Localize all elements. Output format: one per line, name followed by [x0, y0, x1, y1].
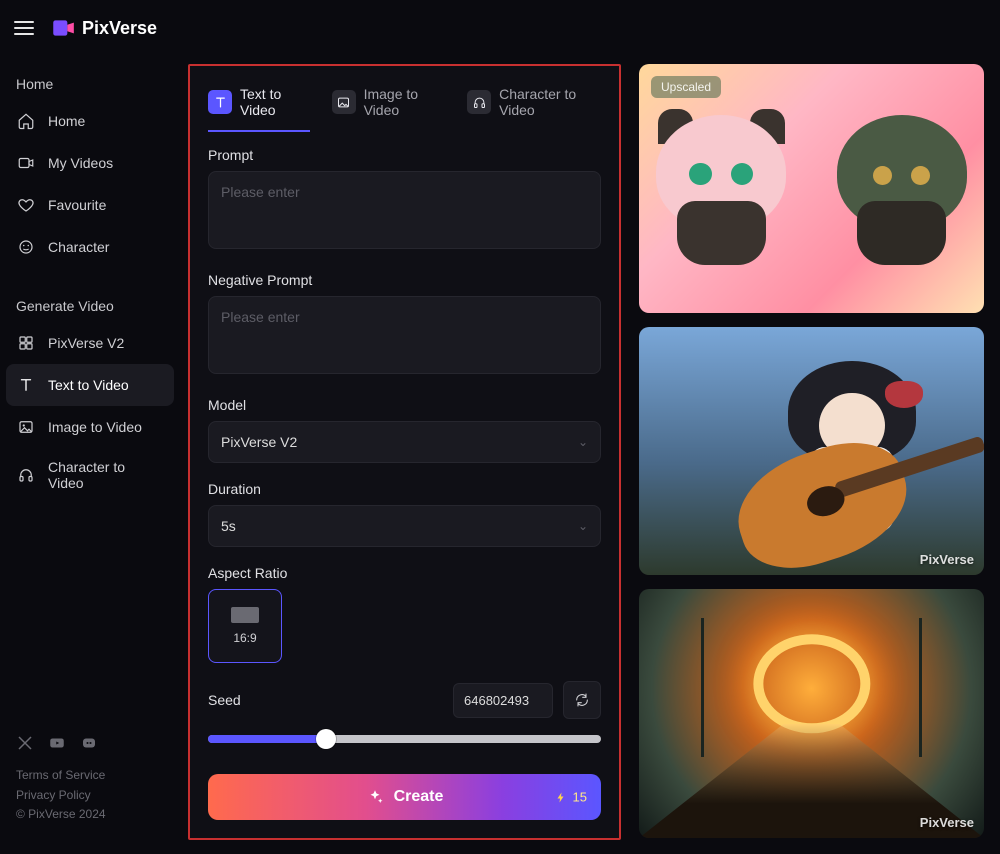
aspect-shape-icon: [231, 607, 259, 623]
card-watermark: PixVerse: [920, 815, 974, 830]
sidebar-section-home-title: Home: [6, 64, 174, 100]
card-art: [639, 64, 984, 313]
sidebar-item-character-to-video[interactable]: Character to Video: [6, 448, 174, 502]
footer-link-terms[interactable]: Terms of Service: [16, 766, 164, 785]
footer-link-privacy[interactable]: Privacy Policy: [16, 786, 164, 805]
sparkle-icon: [366, 788, 384, 806]
text-icon: [208, 90, 232, 114]
tab-image-to-video[interactable]: Image to Video: [332, 78, 446, 132]
sidebar-item-image-to-video[interactable]: Image to Video: [6, 406, 174, 448]
negative-prompt-input[interactable]: [208, 296, 601, 374]
sidebar-footer: Terms of Service Privacy Policy © PixVer…: [6, 726, 174, 842]
sidebar-item-label: Image to Video: [48, 419, 142, 435]
refresh-icon: [574, 692, 590, 708]
sidebar-item-favourite[interactable]: Favourite: [6, 184, 174, 226]
bolt-icon: [555, 791, 567, 803]
text-icon: [16, 375, 36, 395]
seed-label: Seed: [208, 692, 241, 708]
sidebar-item-character[interactable]: Character: [6, 226, 174, 268]
brand-logo[interactable]: PixVerse: [50, 15, 157, 41]
sidebar-item-label: My Videos: [48, 155, 113, 171]
tab-label: Character to Video: [499, 86, 601, 118]
aspect-ratio-label: Aspect Ratio: [208, 565, 601, 581]
slider-thumb[interactable]: [316, 729, 336, 749]
sidebar-item-label: Favourite: [48, 197, 106, 213]
generator-panel-column: Text to Video Image to Video Character t…: [180, 56, 635, 854]
chevron-down-icon: ⌄: [578, 435, 588, 449]
seed-input[interactable]: [453, 683, 553, 718]
headphones-icon: [16, 465, 36, 485]
grid-icon: [16, 333, 36, 353]
youtube-social-icon[interactable]: [48, 734, 66, 752]
duration-label: Duration: [208, 481, 601, 497]
prompt-input[interactable]: [208, 171, 601, 249]
x-social-icon[interactable]: [16, 734, 34, 752]
tab-character-to-video[interactable]: Character to Video: [467, 78, 601, 132]
negative-prompt-label: Negative Prompt: [208, 272, 601, 288]
create-credits: 15: [555, 790, 587, 805]
sidebar-item-label: Character to Video: [48, 459, 164, 491]
sidebar-section-generate-title: Generate Video: [6, 286, 174, 322]
seed-slider[interactable]: [208, 735, 601, 743]
topbar: PixVerse: [0, 0, 1000, 56]
chevron-down-icon: ⌄: [578, 519, 588, 533]
image-icon: [332, 90, 356, 114]
create-button-label: Create: [394, 788, 444, 806]
image-icon: [16, 417, 36, 437]
heart-icon: [16, 195, 36, 215]
smile-icon: [16, 237, 36, 257]
seed-refresh-button[interactable]: [563, 681, 601, 719]
sidebar-item-label: Text to Video: [48, 377, 129, 393]
prompt-label: Prompt: [208, 147, 601, 163]
gallery-card[interactable]: PixVerse: [639, 589, 984, 838]
slider-fill: [208, 735, 326, 743]
card-watermark: PixVerse: [920, 552, 974, 567]
card-art: [639, 327, 984, 576]
menu-toggle-button[interactable]: [12, 16, 36, 40]
discord-social-icon[interactable]: [80, 734, 98, 752]
tab-label: Image to Video: [364, 86, 446, 118]
home-icon: [16, 111, 36, 131]
gallery-card[interactable]: PixVerse: [639, 327, 984, 576]
tab-text-to-video[interactable]: Text to Video: [208, 78, 310, 132]
sidebar-item-pixverse-v2[interactable]: PixVerse V2: [6, 322, 174, 364]
headphones-icon: [467, 90, 491, 114]
mode-tabs: Text to Video Image to Video Character t…: [208, 78, 601, 133]
duration-select-value: 5s: [221, 518, 236, 534]
generator-panel: Text to Video Image to Video Character t…: [188, 64, 621, 840]
gallery-card[interactable]: Upscaled: [639, 64, 984, 313]
create-credits-value: 15: [573, 790, 587, 805]
hamburger-icon: [12, 16, 36, 40]
video-icon: [16, 153, 36, 173]
model-label: Model: [208, 397, 601, 413]
sidebar-item-text-to-video[interactable]: Text to Video: [6, 364, 174, 406]
sidebar-item-label: PixVerse V2: [48, 335, 124, 351]
brand-mark-icon: [50, 15, 76, 41]
model-select[interactable]: PixVerse V2 ⌄: [208, 421, 601, 463]
sidebar: Home Home My Videos Favourite Character: [0, 56, 180, 854]
create-button[interactable]: Create 15: [208, 774, 601, 820]
tab-label: Text to Video: [240, 86, 310, 118]
aspect-option-label: 16:9: [233, 631, 256, 645]
footer-copyright: © PixVerse 2024: [16, 805, 164, 824]
gallery: Upscaled: [635, 56, 1000, 854]
brand-name: PixVerse: [82, 18, 157, 39]
model-select-value: PixVerse V2: [221, 434, 297, 450]
duration-select[interactable]: 5s ⌄: [208, 505, 601, 547]
sidebar-item-home[interactable]: Home: [6, 100, 174, 142]
sidebar-item-label: Character: [48, 239, 109, 255]
aspect-option-16-9[interactable]: 16:9: [208, 589, 282, 663]
sidebar-item-my-videos[interactable]: My Videos: [6, 142, 174, 184]
card-art: [753, 634, 870, 733]
sidebar-item-label: Home: [48, 113, 85, 129]
